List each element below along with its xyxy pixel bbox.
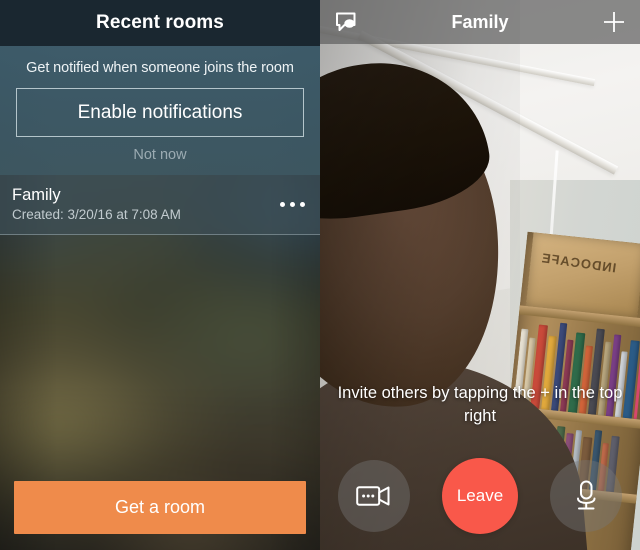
ellipsis-icon[interactable] <box>264 175 320 234</box>
room-title: Family <box>451 11 509 32</box>
not-now-button[interactable]: Not now <box>127 146 192 164</box>
plus-icon[interactable] <box>588 0 640 44</box>
video-call-panel: INDOCAFE Family Invite others by tapping… <box>320 0 640 550</box>
video-camera-options-icon[interactable] <box>338 460 410 532</box>
room-created-timestamp: Created: 3/20/16 at 7:08 AM <box>12 207 181 222</box>
notification-prompt-message: Get notified when someone joins the room <box>26 60 294 76</box>
cardboard-box-label: INDOCAFE <box>539 250 618 276</box>
list-item[interactable]: Family Created: 3/20/16 at 7:08 AM <box>0 175 320 235</box>
room-list: Family Created: 3/20/16 at 7:08 AM <box>0 175 320 235</box>
cardboard-box: INDOCAFE <box>525 232 640 318</box>
microphone-icon[interactable] <box>550 460 622 532</box>
invite-hint-text: Invite others by tapping the + in the to… <box>337 384 623 425</box>
enable-notifications-button[interactable]: Enable notifications <box>16 88 304 137</box>
video-call-header: Family <box>320 0 640 44</box>
get-a-room-button[interactable]: Get a room <box>14 481 306 534</box>
app-root: Recent rooms Get notified when someone j… <box>0 0 640 550</box>
notification-prompt-banner: Get notified when someone joins the room… <box>0 46 320 175</box>
recent-rooms-header: Recent rooms <box>0 0 320 46</box>
leave-button[interactable]: Leave <box>442 458 518 534</box>
room-name: Family <box>12 186 61 204</box>
call-controls: Leave <box>320 454 640 538</box>
recent-rooms-panel: Recent rooms Get notified when someone j… <box>0 0 320 550</box>
page-title: Recent rooms <box>96 12 224 33</box>
chat-bubble-icon[interactable] <box>320 0 372 44</box>
room-info: Family Created: 3/20/16 at 7:08 AM <box>0 186 264 223</box>
